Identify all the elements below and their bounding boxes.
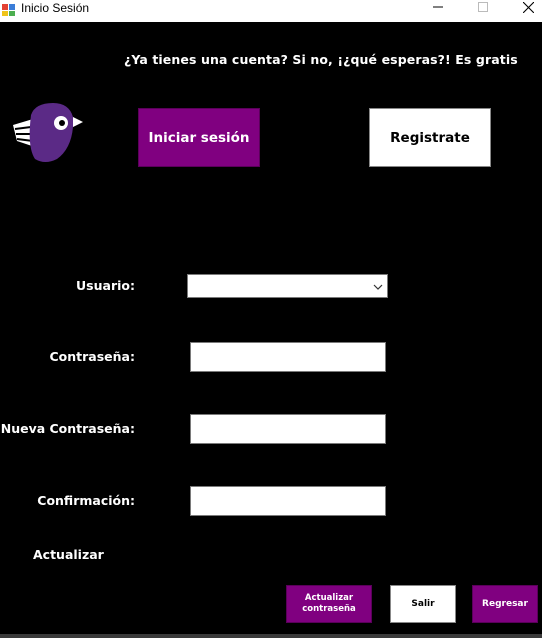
confirm-label: Confirmación: xyxy=(37,493,135,508)
maximize-button[interactable] xyxy=(460,0,506,14)
window-titlebar: Inicio Sesión xyxy=(0,0,542,22)
app-icon xyxy=(2,4,15,16)
minimize-icon xyxy=(433,6,443,8)
update-section-title: Actualizar xyxy=(33,547,104,562)
promo-text: ¿Ya tienes una cuenta? Si no, ¡¿qué espe… xyxy=(124,52,518,67)
minimize-button[interactable] xyxy=(415,0,461,14)
close-button[interactable] xyxy=(505,0,542,14)
register-tab-button[interactable]: Registrate xyxy=(369,108,491,167)
update-password-button[interactable]: Actualizar contraseña xyxy=(286,585,372,623)
bird-logo-icon xyxy=(13,103,83,162)
close-icon xyxy=(522,1,534,13)
password-label: Contraseña: xyxy=(49,349,136,364)
exit-button[interactable]: Salir xyxy=(390,585,456,623)
window-title: Inicio Sesión xyxy=(21,1,90,15)
new-password-field[interactable] xyxy=(190,414,386,444)
login-window-body: ¿Ya tienes una cuenta? Si no, ¡¿qué espe… xyxy=(0,22,542,638)
login-tab-button[interactable]: Iniciar sesión xyxy=(138,108,260,167)
user-select[interactable] xyxy=(187,274,388,298)
maximize-icon xyxy=(478,2,488,12)
password-field[interactable] xyxy=(190,342,386,372)
new-password-label: Nueva Contraseña: xyxy=(0,421,135,436)
user-label: Usuario: xyxy=(76,278,135,293)
chevron-down-icon xyxy=(373,284,383,290)
window-bottom-border xyxy=(0,634,542,638)
confirm-password-field[interactable] xyxy=(190,486,386,516)
back-button[interactable]: Regresar xyxy=(472,585,538,623)
